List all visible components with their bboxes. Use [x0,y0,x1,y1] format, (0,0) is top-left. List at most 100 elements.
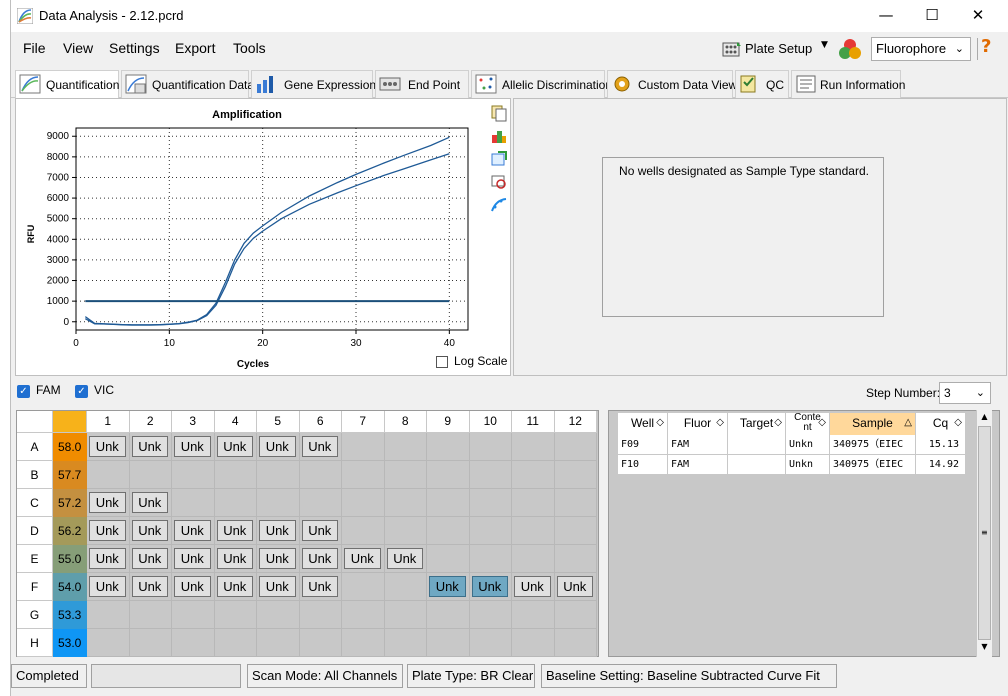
table-cell[interactable]: F10 [618,455,668,475]
export-image-icon[interactable] [490,150,508,168]
well-button[interactable]: Unk [131,548,168,569]
plate-well[interactable]: Unk [214,517,257,545]
table-column-header[interactable]: Well ◇ [618,413,668,435]
plate-well[interactable]: Unk [214,545,257,573]
plate-well[interactable]: Unk [87,545,130,573]
plate-well[interactable] [342,517,385,545]
plate-well[interactable] [299,629,342,657]
plate-well[interactable] [427,517,470,545]
plate-well[interactable] [512,545,555,573]
row-header[interactable]: F [17,573,53,601]
plate-well[interactable]: Unk [257,545,300,573]
well-button[interactable]: Unk [216,436,253,457]
column-header[interactable]: 2 [129,411,172,433]
plate-well[interactable]: Unk [299,433,342,461]
plate-well[interactable] [469,601,512,629]
menu-file[interactable]: File [23,40,46,56]
plate-well[interactable]: Unk [87,489,130,517]
plate-well[interactable]: Unk [172,433,215,461]
maximize-button[interactable]: ☐ [909,0,955,32]
fluorophore-color-icon[interactable] [837,37,863,61]
plate-well[interactable] [512,461,555,489]
table-cell[interactable]: 14.92 [916,455,966,475]
column-header[interactable]: 12 [554,411,597,433]
plate-well[interactable] [342,573,385,601]
plate-well[interactable] [87,601,130,629]
well-button[interactable]: Unk [344,548,381,569]
column-header[interactable]: 5 [257,411,300,433]
plate-well[interactable] [469,461,512,489]
plate-well[interactable] [427,629,470,657]
scroll-thumb[interactable]: ≡ [978,426,991,640]
plate-well[interactable]: Unk [172,573,215,601]
well-button[interactable]: Unk [131,492,168,513]
plate-well[interactable] [427,489,470,517]
plate-well[interactable] [172,629,215,657]
well-button[interactable]: Unk [301,576,338,597]
menu-view[interactable]: View [63,40,93,56]
plate-well[interactable]: Unk [257,517,300,545]
plate-well[interactable] [87,461,130,489]
well-button[interactable]: Unk [174,576,211,597]
well-button[interactable]: Unk [89,520,126,541]
plate-well[interactable] [384,433,427,461]
table-cell[interactable]: Unkn [786,435,830,455]
plate-well[interactable] [469,545,512,573]
plate-well[interactable] [554,545,597,573]
plate-well[interactable] [554,489,597,517]
plate-well[interactable]: Unk [512,573,555,601]
close-button[interactable]: ✕ [955,0,1001,32]
well-button[interactable]: Unk [259,576,296,597]
plate-well[interactable] [469,489,512,517]
plate-well[interactable] [299,461,342,489]
column-header[interactable]: 10 [469,411,512,433]
table-cell[interactable]: FAM [668,435,728,455]
plate-well[interactable] [342,433,385,461]
tab-allelic-discrimination[interactable]: Allelic Discrimination [471,70,612,98]
plate-setup-button[interactable]: Plate Setup ▼ [717,36,829,62]
zoom-chart-icon[interactable] [490,173,508,191]
well-button[interactable]: Unk [89,436,126,457]
tab-custom-data-view[interactable]: Custom Data View [607,70,737,98]
fam-checkbox[interactable]: ✓ [17,385,30,398]
column-header[interactable]: 11 [512,411,555,433]
tab-qc[interactable]: QC [735,70,789,98]
plate-well[interactable] [87,629,130,657]
plate-well[interactable] [512,489,555,517]
plate-well[interactable] [384,573,427,601]
well-button[interactable]: Unk [259,548,296,569]
plate-well[interactable] [384,517,427,545]
plate-well[interactable] [257,461,300,489]
plate-well[interactable]: Unk [214,573,257,601]
column-header[interactable]: 3 [172,411,215,433]
plate-well[interactable] [342,461,385,489]
plate-well[interactable] [384,601,427,629]
plate-well[interactable] [257,601,300,629]
plate-well[interactable]: Unk [427,573,470,601]
row-header[interactable]: A [17,433,53,461]
tab-gene-expression[interactable]: Gene Expression [251,70,376,98]
plate-well[interactable]: Unk [384,545,427,573]
plate-well[interactable]: Unk [129,517,172,545]
step-number-select[interactable]: 3 ⌄ [939,382,991,404]
fluorophore-select[interactable]: Fluorophore ⌄ [871,37,971,61]
well-button[interactable]: Unk [174,436,211,457]
tab-quantification-data[interactable]: Quantification Data [121,70,254,98]
plate-well[interactable]: Unk [129,545,172,573]
log-scale-checkbox[interactable] [436,356,448,368]
plate-well[interactable]: Unk [257,573,300,601]
column-header[interactable]: 4 [214,411,257,433]
well-button[interactable]: Unk [131,520,168,541]
copy-icon[interactable] [490,104,508,122]
row-header[interactable]: B [17,461,53,489]
well-button[interactable]: Unk [89,548,126,569]
table-column-header[interactable]: Target ◇ [728,413,786,435]
well-button[interactable]: Unk [471,576,508,597]
column-header[interactable]: 7 [342,411,385,433]
plate-well[interactable] [299,489,342,517]
well-button[interactable]: Unk [429,576,466,597]
chart-colors-icon[interactable] [490,127,508,145]
table-column-header[interactable]: Content ◇ [786,413,830,435]
plate-well[interactable] [214,601,257,629]
plate-well[interactable] [554,433,597,461]
